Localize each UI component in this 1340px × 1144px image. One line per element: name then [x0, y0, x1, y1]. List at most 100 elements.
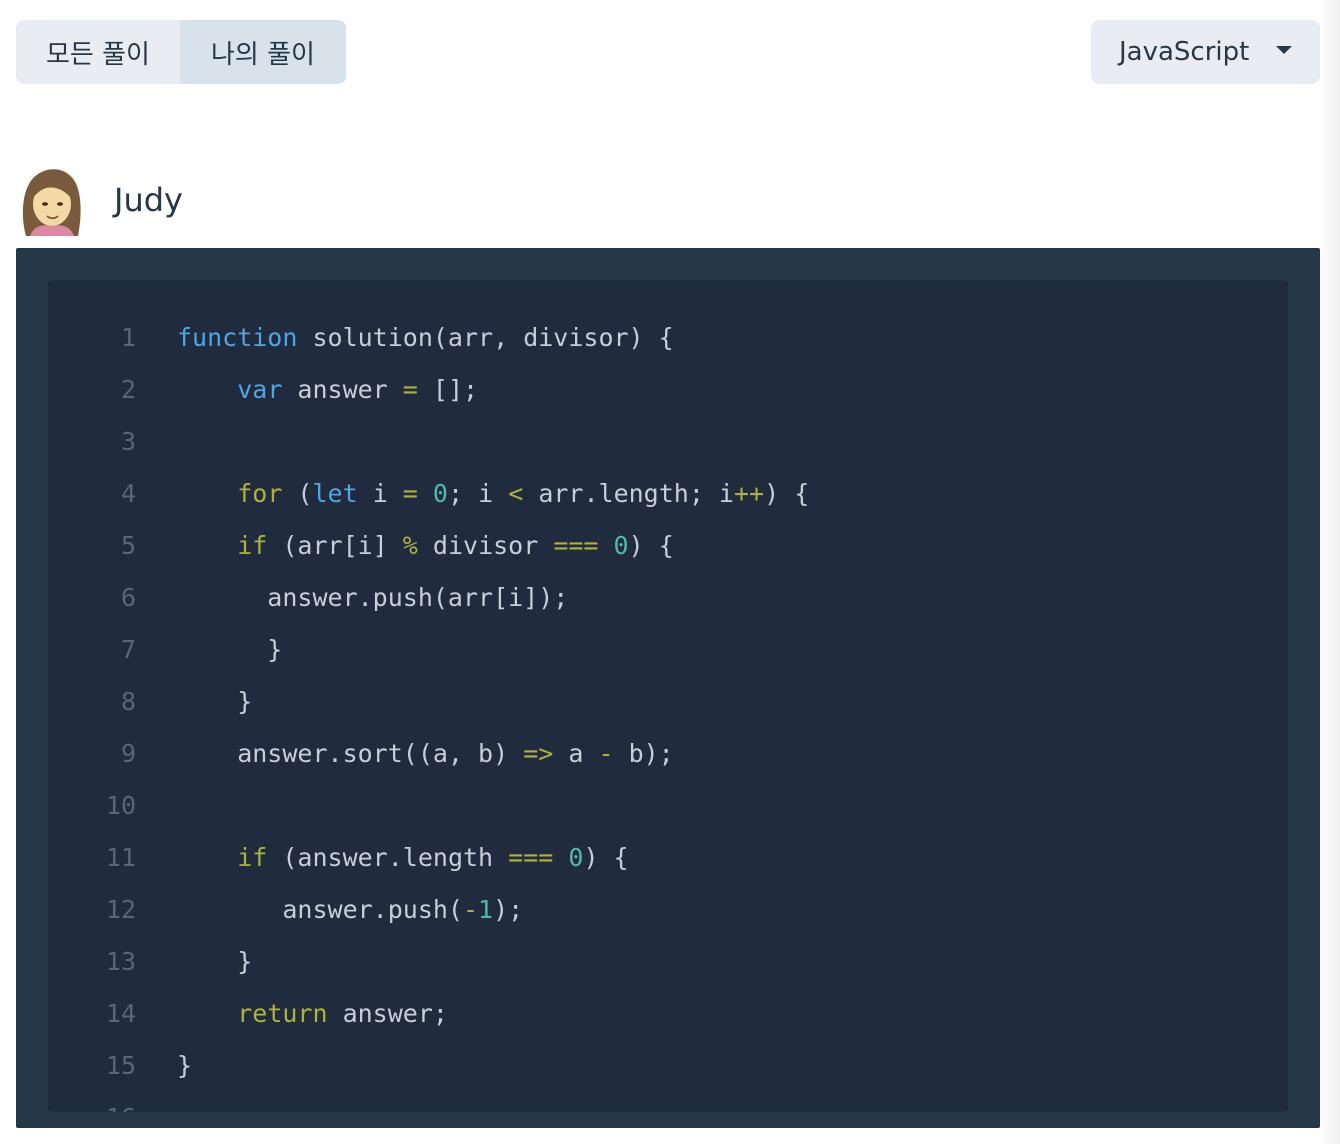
code-block: 1 function solution(arr, divisor) {2 var …: [48, 280, 1288, 1112]
code-token: arr.length; i: [523, 479, 734, 508]
code-token: ) {: [628, 531, 674, 560]
code-text: }: [177, 624, 282, 676]
code-text: }: [177, 1040, 192, 1092]
line-number: 9: [120, 739, 136, 768]
code-token: 0: [613, 531, 629, 560]
code-token: if: [237, 531, 268, 560]
code-token: =>: [523, 739, 554, 768]
code-line: 13 }: [48, 936, 1288, 988]
code-token: ===: [553, 531, 599, 560]
line-number: 14: [105, 999, 136, 1028]
code-token: ++: [733, 479, 765, 508]
line-number: 11: [105, 843, 136, 872]
code-token: ) {: [583, 843, 629, 872]
author-name: Judy: [114, 181, 183, 219]
line-number: 10: [105, 791, 136, 820]
code-line: 5 if (arr[i] % divisor === 0) {: [48, 520, 1288, 572]
code-token: ) {: [764, 479, 810, 508]
code-token: }: [177, 687, 253, 716]
line-number: 4: [120, 479, 136, 508]
line-number: 13: [105, 947, 136, 976]
code-token: =: [402, 375, 418, 404]
code-token: ; i: [447, 479, 509, 508]
tab-all-solutions[interactable]: 모든 풀이: [16, 20, 180, 84]
code-token: -: [598, 739, 614, 768]
line-number: 7: [120, 635, 136, 664]
code-token: (answer.length: [267, 843, 509, 872]
code-line: 11 if (answer.length === 0) {: [48, 832, 1288, 884]
code-token: 0: [568, 843, 584, 872]
line-number: 15: [105, 1051, 136, 1080]
code-text: function solution(arr, divisor) {: [177, 312, 674, 364]
code-text: }: [177, 936, 252, 988]
code-card: 1 function solution(arr, divisor) {2 var …: [16, 248, 1320, 1128]
code-token: a: [553, 739, 599, 768]
code-token: function: [177, 323, 298, 352]
code-token: =: [402, 479, 418, 508]
code-token: %: [402, 531, 418, 560]
code-token: divisor: [417, 531, 554, 560]
avatar: [16, 164, 88, 236]
code-line: 1 function solution(arr, divisor) {: [48, 312, 1288, 364]
code-line: 4 for (let i = 0; i < arr.length; i++) {: [48, 468, 1288, 520]
code-token: [];: [417, 375, 479, 404]
solutions-page: 모든 풀이 나의 풀이 JavaScript Judy 1 function so…: [0, 0, 1340, 1144]
code-token: answer.push(: [177, 895, 463, 924]
code-line: 7 }: [48, 624, 1288, 676]
code-text: answer.sort((a, b) => a - b);: [177, 728, 674, 780]
code-line: 3: [48, 416, 1288, 468]
code-token: 1: [478, 895, 494, 924]
code-text: answer.push(-1);: [177, 884, 523, 936]
code-line: 10: [48, 780, 1288, 832]
code-token: (: [282, 479, 313, 508]
code-line: 16: [48, 1092, 1288, 1112]
code-token: answer;: [327, 999, 448, 1028]
code-token: i: [357, 479, 403, 508]
solution-author: Judy: [16, 164, 183, 236]
code-token: (arr[i]: [267, 531, 403, 560]
caret-down-icon: [1276, 46, 1292, 54]
code-token: answer: [282, 375, 403, 404]
code-token: if: [237, 843, 268, 872]
code-text: answer.push(arr[i]);: [177, 572, 568, 624]
edge-shadow: [1318, 0, 1340, 1144]
line-number: 3: [120, 427, 136, 456]
code-token: return: [237, 999, 328, 1028]
tab-my-solutions[interactable]: 나의 풀이: [180, 20, 346, 84]
code-token: var: [237, 375, 283, 404]
code-token: for: [237, 479, 283, 508]
code-token: solution(arr, divisor) {: [297, 323, 674, 352]
code-text: var answer = [];: [177, 364, 478, 416]
code-line: 14 return answer;: [48, 988, 1288, 1040]
code-line: 8 }: [48, 676, 1288, 728]
code-text: for (let i = 0; i < arr.length; i++) {: [177, 468, 809, 520]
line-number: 2: [120, 375, 136, 404]
code-text: if (arr[i] % divisor === 0) {: [177, 520, 674, 572]
code-token: }: [177, 1051, 193, 1080]
code-token: 0: [432, 479, 448, 508]
language-select[interactable]: JavaScript: [1091, 20, 1320, 84]
code-line: 9 answer.sort((a, b) => a - b);: [48, 728, 1288, 780]
code-lines: 1 function solution(arr, divisor) {2 var …: [48, 312, 1288, 1112]
code-text: return answer;: [177, 988, 448, 1040]
code-token: let: [312, 479, 358, 508]
line-number: 12: [105, 895, 136, 924]
code-token: );: [493, 895, 524, 924]
code-token: <: [508, 479, 524, 508]
code-token: b);: [613, 739, 674, 768]
code-line: 12 answer.push(-1);: [48, 884, 1288, 936]
code-line: 15}: [48, 1040, 1288, 1092]
code-token: -: [462, 895, 479, 924]
code-line: 6 answer.push(arr[i]);: [48, 572, 1288, 624]
code-token: }: [177, 947, 253, 976]
code-token: ===: [508, 843, 554, 872]
line-number: 5: [120, 531, 136, 560]
code-token: }: [177, 635, 283, 664]
